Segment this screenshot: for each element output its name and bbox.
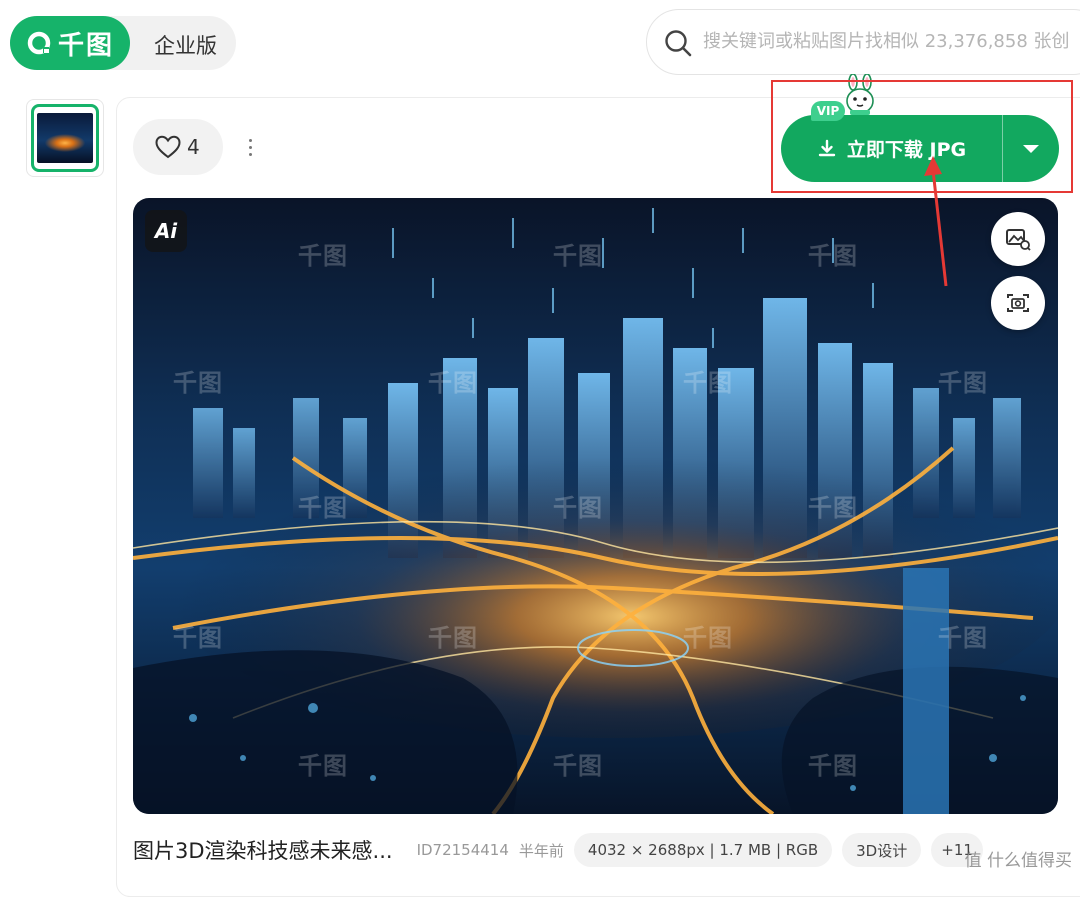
image-title: 图片3D渲染科技感未来感... — [133, 835, 393, 865]
heart-icon — [155, 135, 181, 159]
more-icon[interactable] — [240, 132, 260, 162]
watermark: 千图 — [553, 746, 603, 781]
logo-icon — [26, 30, 52, 56]
search-bar[interactable] — [646, 9, 1080, 75]
image-search-icon — [1005, 226, 1031, 252]
like-button[interactable]: 4 — [133, 119, 223, 175]
chevron-down-icon — [1022, 143, 1040, 155]
vip-badge: VIP — [811, 101, 845, 121]
thumbnail-selected[interactable] — [31, 104, 99, 172]
watermark: 千图 — [173, 618, 223, 653]
logo-text: 千图 — [58, 25, 114, 62]
watermark: 千图 — [298, 746, 348, 781]
site-watermark: 值 什么值得买 — [965, 846, 1072, 871]
watermark: 千图 — [298, 236, 348, 271]
watermark: 千图 — [938, 618, 988, 653]
watermark: 千图 — [683, 618, 733, 653]
watermark: 千图 — [553, 236, 603, 271]
watermark: 千图 — [938, 363, 988, 398]
image-specs: 4032 × 2688px | 1.7 MB | RGB — [574, 833, 832, 867]
image-id: ID72154414 — [417, 841, 509, 859]
main-image[interactable]: 千图 千图 千图 千图 千图 千图 千图 千图 千图 千图 千图 千图 千图 千… — [133, 198, 1058, 814]
download-button[interactable]: 立即下载 JPG — [781, 115, 1002, 182]
thumbnail-image — [37, 113, 93, 163]
download-icon — [817, 139, 837, 159]
site-watermark-text: 值 什么值得买 — [965, 846, 1072, 871]
watermark: 千图 — [808, 488, 858, 523]
thumbnail-list — [26, 99, 104, 177]
tag-chip[interactable]: 3D设计 — [842, 833, 921, 867]
camera-icon — [1005, 290, 1031, 316]
download-label: 立即下载 JPG — [847, 135, 966, 162]
enterprise-link[interactable]: 企业版 — [154, 30, 217, 60]
watermark: 千图 — [808, 236, 858, 271]
watermark: 千图 — [808, 746, 858, 781]
image-info-row: 图片3D渲染科技感未来感... ID72154414 半年前 4032 × 26… — [133, 830, 1080, 870]
watermark: 千图 — [428, 618, 478, 653]
image-search-button[interactable] — [991, 212, 1045, 266]
download-button-group: 立即下载 JPG — [781, 115, 1059, 182]
download-format-dropdown[interactable] — [1003, 115, 1059, 182]
top-bar: 千图 企业版 — [0, 0, 1080, 90]
brand-group: 千图 企业版 — [10, 16, 236, 70]
search-icon[interactable] — [663, 28, 693, 58]
watermark: 千图 — [683, 363, 733, 398]
watermark: 千图 — [428, 363, 478, 398]
watermark: 千图 — [298, 488, 348, 523]
ai-icon: Ai — [145, 210, 187, 252]
search-input[interactable] — [703, 10, 1080, 73]
watermark: 千图 — [173, 363, 223, 398]
watermark: 千图 — [553, 488, 603, 523]
like-count: 4 — [187, 135, 200, 159]
camera-button[interactable] — [991, 276, 1045, 330]
image-age: 半年前 — [519, 840, 564, 861]
mascot-icon — [842, 74, 878, 116]
logo[interactable]: 千图 — [10, 16, 130, 70]
